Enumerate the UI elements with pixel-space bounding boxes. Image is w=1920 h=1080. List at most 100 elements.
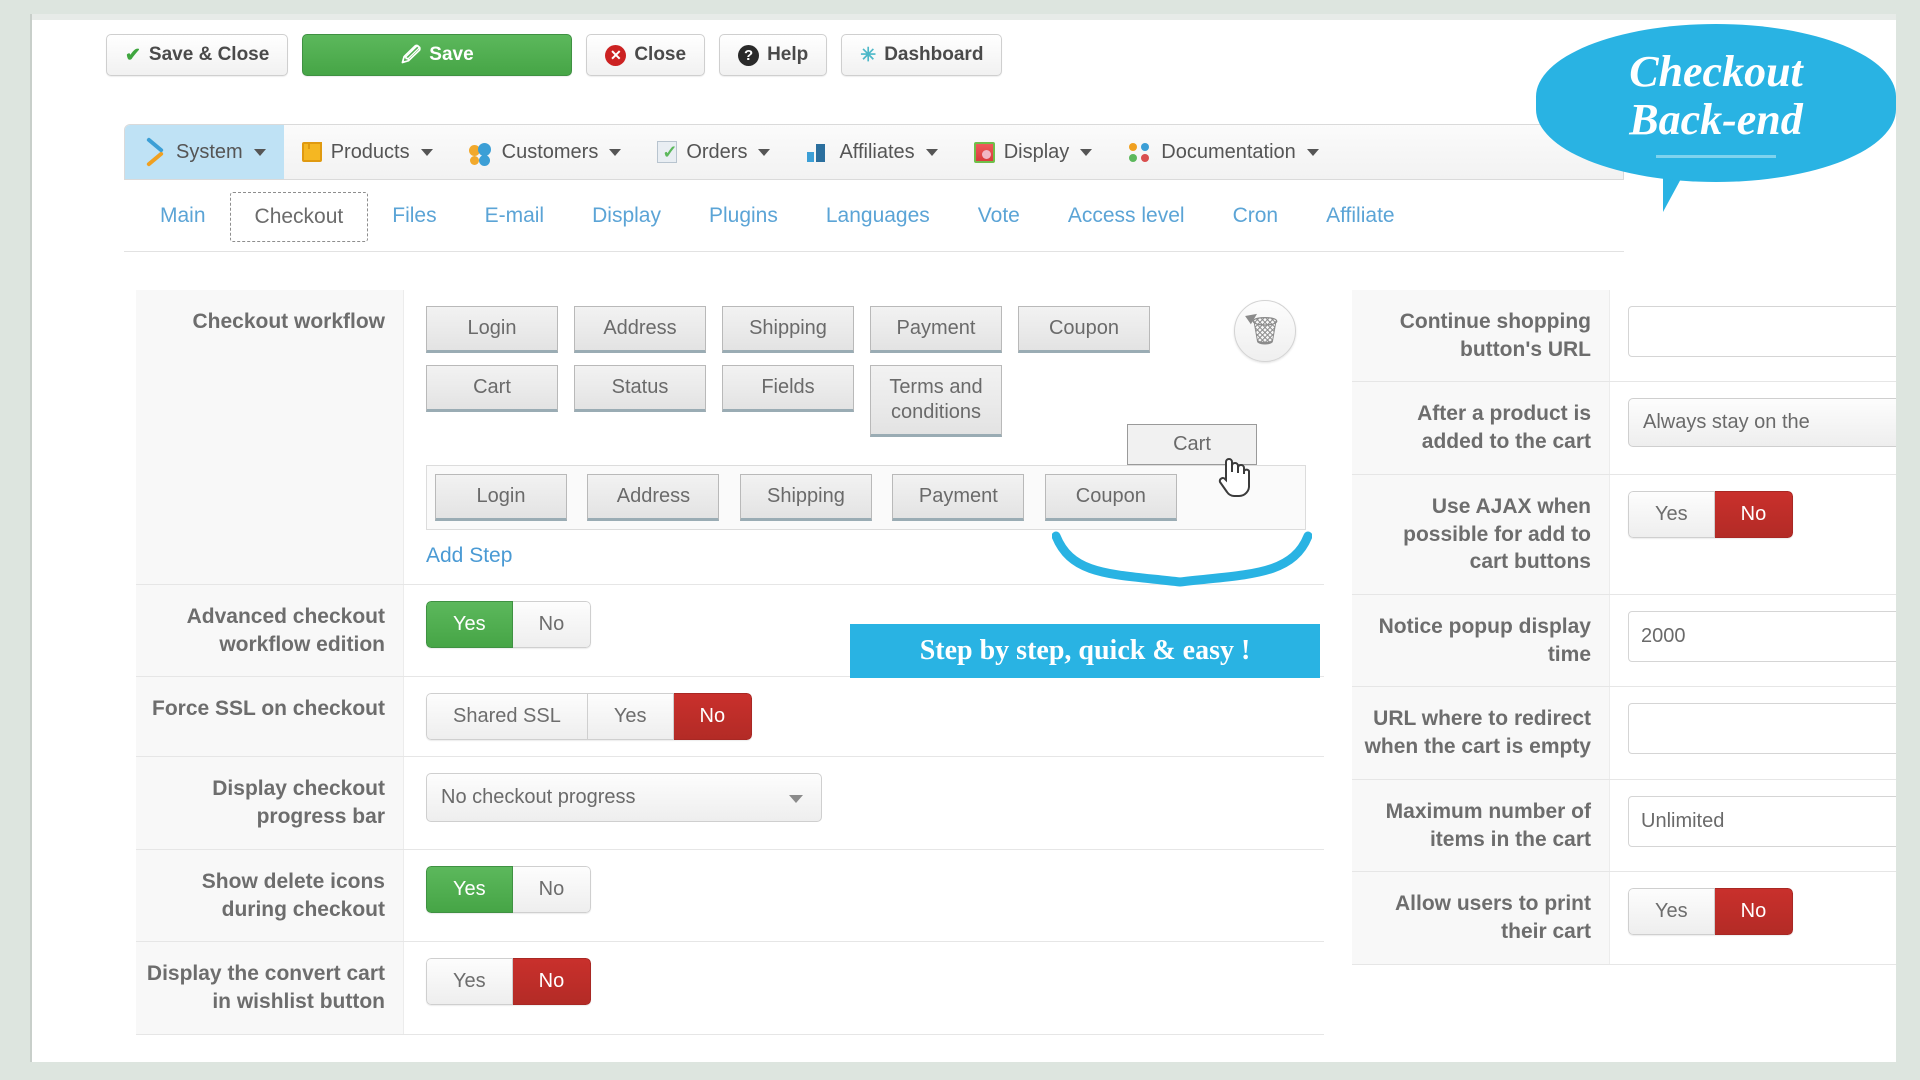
select-progress-bar[interactable]: No checkout progress: [426, 773, 822, 823]
field-show-delete-icons: Yes No: [404, 850, 1324, 941]
field-empty-cart-redirect-url: [1610, 687, 1896, 779]
chevron-down-icon: [758, 148, 771, 156]
toggle-option-no[interactable]: No: [512, 865, 592, 913]
input-empty-cart-redirect-url[interactable]: [1628, 703, 1896, 755]
modnav-item-system[interactable]: System: [125, 125, 284, 179]
callout-step-banner: Step by step, quick & easy !: [850, 624, 1320, 678]
help-button[interactable]: ? Help: [719, 34, 828, 76]
callout-title-line1: Checkout: [1629, 47, 1803, 96]
tab-vote[interactable]: Vote: [954, 192, 1044, 240]
tab-main[interactable]: Main: [136, 192, 230, 240]
setting-row-continue-shopping-url: Continue shopping button's URL: [1352, 290, 1896, 383]
chevron-down-icon: [1080, 148, 1093, 156]
select-after-add-to-cart[interactable]: Always stay on the: [1628, 398, 1896, 448]
tab-checkout[interactable]: Checkout: [229, 192, 369, 242]
toggle-option-no[interactable]: No: [512, 958, 592, 1006]
toggle-force-ssl[interactable]: Shared SSL Yes No: [426, 693, 753, 741]
dashboard-label: Dashboard: [884, 44, 984, 65]
workflow-step-cart[interactable]: Cart: [426, 365, 558, 412]
input-continue-shopping-url[interactable]: [1628, 306, 1896, 357]
workflow-active-step-login[interactable]: Login: [435, 474, 567, 521]
tab-languages[interactable]: Languages: [802, 192, 954, 240]
field-force-ssl: Shared SSL Yes No: [404, 677, 1324, 756]
workflow-step-fields[interactable]: Fields: [722, 365, 854, 412]
tab-plugins[interactable]: Plugins: [685, 192, 802, 240]
setting-row-convert-cart-wishlist: Display the convert cart in wishlist but…: [136, 942, 1324, 1035]
toggle-allow-print-cart[interactable]: Yes No: [1628, 888, 1794, 936]
modnav-item-documentation[interactable]: Documentation: [1110, 125, 1337, 179]
label-max-items-in-cart: Maximum number of items in the cart: [1352, 779, 1610, 872]
add-step-link[interactable]: Add Step: [426, 544, 512, 568]
toggle-advanced-workflow-edition[interactable]: Yes No: [426, 601, 592, 648]
select-after-add-to-cart-value: Always stay on the: [1643, 411, 1810, 434]
tab-affiliate[interactable]: Affiliate: [1302, 192, 1419, 240]
tab-cron[interactable]: Cron: [1209, 192, 1303, 240]
modnav-item-display[interactable]: Display: [956, 125, 1111, 179]
app-window: ✔ Save & Close 🖉 Save ✕ Close ? Help ✳ D…: [30, 14, 1896, 1062]
workflow-step-terms-and-conditions[interactable]: Terms and conditions: [870, 365, 1002, 437]
tab-access-level[interactable]: Access level: [1044, 192, 1209, 240]
workflow-active-step-address[interactable]: Address: [587, 474, 720, 521]
dragged-step-cart[interactable]: Cart: [1127, 424, 1257, 465]
dashboard-button[interactable]: ✳ Dashboard: [841, 34, 1003, 76]
toggle-option-yes[interactable]: Yes: [426, 601, 513, 648]
chevron-down-icon: [789, 794, 803, 803]
tab-files[interactable]: Files: [368, 192, 460, 240]
modnav-label-display: Display: [1003, 140, 1070, 163]
workflow-step-login[interactable]: Login: [426, 306, 558, 353]
modnav-item-orders[interactable]: Orders: [639, 125, 788, 179]
tab-email[interactable]: E-mail: [461, 192, 569, 240]
toggle-option-no[interactable]: No: [1714, 888, 1794, 936]
modnav-label-affiliates: Affiliates: [839, 140, 915, 163]
toggle-option-yes[interactable]: Yes: [426, 865, 513, 913]
save-and-close-button[interactable]: ✔ Save & Close: [106, 34, 289, 76]
toggle-option-no[interactable]: No: [673, 693, 753, 741]
toggle-option-shared-ssl[interactable]: Shared SSL: [426, 693, 588, 741]
field-after-add-to-cart: Always stay on the: [1610, 382, 1896, 474]
workflow-dropzone[interactable]: Login Address Shipping Payment Coupon Ca…: [426, 424, 1306, 530]
dashboard-icon: ✳: [860, 44, 877, 66]
workflow-step-coupon[interactable]: Coupon: [1018, 306, 1150, 353]
close-icon: ✕: [605, 44, 627, 66]
toggle-option-no[interactable]: No: [1714, 490, 1794, 538]
modnav-item-customers[interactable]: Customers: [451, 125, 640, 179]
input-notice-popup-time[interactable]: [1628, 611, 1896, 663]
toolbar: ✔ Save & Close 🖉 Save ✕ Close ? Help ✳ D…: [68, 28, 1003, 82]
chevron-down-icon: [1306, 148, 1319, 156]
callout-brace-icon: [1052, 531, 1312, 587]
save-icon: 🖉: [401, 44, 422, 66]
label-continue-shopping-url: Continue shopping button's URL: [1352, 290, 1610, 382]
close-button[interactable]: ✕ Close: [586, 34, 706, 76]
modnav-label-documentation: Documentation: [1161, 140, 1296, 163]
workflow-active-step-payment[interactable]: Payment: [892, 474, 1025, 521]
module-nav: System Products Customers Orders Affilia…: [124, 124, 1624, 180]
callout-title-bubble: Checkout Back-end: [1536, 24, 1896, 182]
toggle-option-yes[interactable]: Yes: [426, 958, 513, 1006]
workflow-active-step-coupon[interactable]: Coupon: [1044, 474, 1177, 521]
toggle-option-yes[interactable]: Yes: [1628, 490, 1715, 538]
workflow-step-payment[interactable]: Payment: [870, 306, 1002, 353]
workflow-active-step-shipping[interactable]: Shipping: [739, 474, 872, 521]
tab-display[interactable]: Display: [568, 192, 685, 240]
order-document-icon: [657, 141, 677, 163]
wrench-screwdriver-icon: [143, 141, 167, 163]
toggle-option-no[interactable]: No: [512, 601, 592, 648]
label-allow-print-cart: Allow users to print their cart: [1352, 872, 1610, 964]
field-continue-shopping-url: [1610, 290, 1896, 382]
toggle-convert-cart-wishlist[interactable]: Yes No: [426, 958, 592, 1006]
settings-tabs: Main Checkout Files E-mail Display Plugi…: [124, 192, 1624, 252]
four-dots-icon: [1128, 141, 1152, 163]
toggle-option-yes[interactable]: Yes: [587, 693, 674, 741]
toggle-show-delete-icons[interactable]: Yes No: [426, 865, 592, 913]
modnav-item-products[interactable]: Products: [284, 125, 451, 179]
label-empty-cart-redirect-url: URL where to redirect when the cart is e…: [1352, 687, 1610, 779]
input-max-items-in-cart[interactable]: [1628, 795, 1896, 847]
toggle-use-ajax[interactable]: Yes No: [1628, 490, 1794, 538]
workflow-step-shipping[interactable]: Shipping: [722, 306, 854, 353]
workflow-step-status[interactable]: Status: [574, 365, 706, 412]
save-button[interactable]: 🖉 Save: [302, 34, 573, 76]
toggle-option-yes[interactable]: Yes: [1628, 888, 1715, 936]
workflow-step-address[interactable]: Address: [574, 306, 706, 353]
modnav-item-affiliates[interactable]: Affiliates: [788, 125, 955, 179]
delete-step-dropzone[interactable]: 🗑: [1234, 300, 1296, 362]
